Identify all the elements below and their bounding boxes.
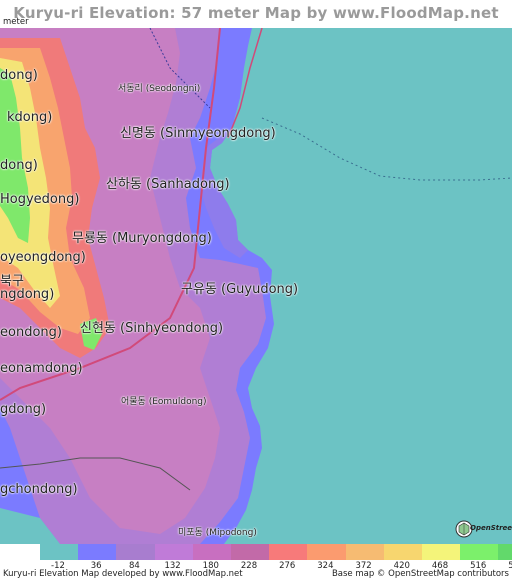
legend-swatch	[422, 544, 461, 560]
legend-unit-label: meter	[3, 17, 29, 27]
place-label-dong-left: dong)	[0, 158, 38, 173]
place-label-sinmyeongdong: 신명동 (Sinmyeongdong)	[120, 126, 276, 141]
place-label-ngdong: ngdong)	[0, 287, 55, 302]
place-label-eondong: eondong)	[0, 325, 62, 340]
legend-swatch	[116, 544, 156, 560]
place-label-gchondong: gchondong)	[0, 482, 78, 497]
legend-swatch	[269, 544, 309, 560]
legend-swatch	[192, 544, 232, 560]
elevation-map[interactable]: dong) 서동리 (Seodongni) kdong) 신명동 (Sinmye…	[0, 28, 512, 544]
legend-swatch	[498, 544, 512, 560]
legend-tick-label: 276	[279, 561, 296, 571]
legend-swatch	[40, 544, 79, 560]
legend-swatch	[383, 544, 423, 560]
page-title: Kuryu-ri Elevation: 57 meter Map by www.…	[13, 4, 499, 48]
place-label-eomuldong: 어물동 (Eomuldong)	[121, 397, 207, 407]
legend-swatch	[154, 544, 194, 560]
openstreetmap-logo-text: OpenStreetMap	[470, 524, 512, 532]
place-label-top-partial-dong: dong)	[0, 68, 38, 83]
place-label-seodongni: 서동리 (Seodongni)	[118, 84, 201, 94]
place-label-gdong: gdong)	[0, 402, 47, 417]
place-label-mipodong: 미포동 (Mipodong)	[178, 528, 257, 538]
legend-swatch	[460, 544, 500, 560]
place-label-sanhadong: 산하동 (Sanhadong)	[106, 177, 230, 192]
place-label-hogyedong: Hogyedong)	[0, 192, 80, 207]
footer-attribution: Base map © OpenStreetMap contributors	[331, 569, 509, 579]
place-label-oyeongdong: oyeongdong)	[0, 250, 86, 265]
legend-swatch	[78, 544, 118, 560]
place-label-guyudong: 구유동 (Guyudong)	[181, 282, 299, 297]
place-label-sinhyeondong: 신현동 (Sinhyeondong)	[80, 321, 224, 336]
footer-credit: Kuryu-ri Elevation Map developed by www.…	[3, 569, 243, 579]
legend-swatch	[307, 544, 347, 560]
place-label-kdong: kdong)	[7, 110, 53, 125]
legend-swatch	[345, 544, 385, 560]
place-label-eonamdong: eonamdong)	[0, 361, 83, 376]
place-label-muryongdong: 무룡동 (Muryongdong)	[72, 231, 212, 246]
legend-swatch	[231, 544, 270, 560]
